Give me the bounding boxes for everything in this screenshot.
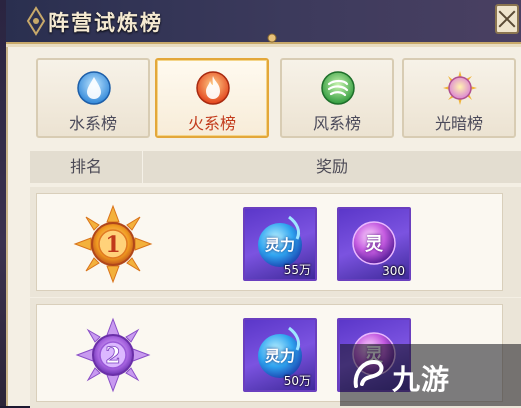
divider-ornament-icon	[267, 33, 277, 43]
element-tabs: 水系榜 火系榜 风系榜 光暗榜	[18, 46, 521, 142]
watermark: 九游	[340, 344, 521, 406]
title-ornament-icon	[26, 6, 46, 36]
water-element-icon	[77, 71, 111, 105]
reward-count: 55万	[283, 263, 311, 277]
wind-element-icon	[321, 71, 355, 105]
tab-label: 火系榜	[187, 114, 236, 133]
close-button[interactable]	[495, 4, 519, 34]
column-header-rank: 排名	[30, 151, 143, 183]
reward-item-name: 灵力	[264, 347, 295, 365]
rank-row-card: 1 灵力 55万 灵 300	[36, 193, 503, 291]
reward-item-spirit-crystal[interactable]: 灵 300	[337, 207, 411, 281]
light-dark-element-icon	[443, 71, 477, 105]
title-bar: 阵营试炼榜	[6, 0, 521, 47]
tab-fire[interactable]: 火系榜	[155, 58, 269, 138]
reward-count: 300	[382, 264, 405, 278]
table-header: 排名 奖励	[30, 151, 521, 183]
reward-item-name: 灵力	[264, 236, 295, 254]
purple-rank-badge-icon: 2	[75, 317, 151, 393]
window-title: 阵营试炼榜	[48, 11, 163, 35]
watermark-logo-icon	[353, 359, 384, 388]
fire-element-icon	[196, 71, 230, 105]
tab-light-dark[interactable]: 光暗榜	[402, 58, 516, 138]
reward-item-spirit-power[interactable]: 灵力 50万	[243, 318, 317, 392]
watermark-text: 九游	[392, 363, 451, 396]
tab-label: 光暗榜	[434, 114, 483, 133]
column-header-reward: 奖励	[315, 157, 348, 176]
reward-count: 50万	[283, 374, 311, 388]
tab-label: 水系榜	[68, 114, 117, 133]
tab-water[interactable]: 水系榜	[36, 58, 150, 138]
tab-wind[interactable]: 风系榜	[280, 58, 394, 138]
reward-item-spirit-power[interactable]: 灵力 55万	[243, 207, 317, 281]
gold-rank-badge-icon: 1	[73, 204, 153, 284]
table-row: 1 灵力 55万 灵 300	[30, 187, 521, 297]
reward-item-name: 灵	[365, 234, 383, 255]
rank-number: 2	[105, 343, 120, 369]
tab-label: 风系榜	[312, 114, 361, 133]
rank-number: 1	[105, 232, 120, 258]
